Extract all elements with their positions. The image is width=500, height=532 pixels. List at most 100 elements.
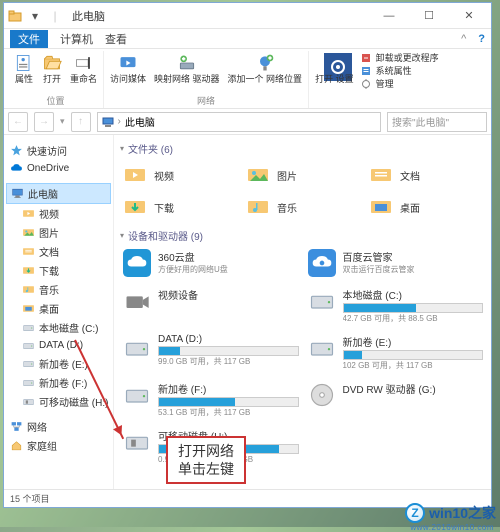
tree-drive-9[interactable]: 本地磁盘 (C:): [6, 318, 111, 337]
back-button[interactable]: ←: [8, 112, 28, 132]
close-button[interactable]: ✕: [449, 4, 489, 28]
camera-icon: [122, 287, 152, 315]
ribbon-mapdrive-button[interactable]: 映射网络 驱动器: [152, 51, 222, 84]
qa-dropdown[interactable]: ▾: [26, 7, 44, 25]
folders-heading[interactable]: 文件夹 (6): [120, 141, 485, 156]
breadcrumb[interactable]: › 此电脑: [97, 112, 381, 132]
tree-star-0[interactable]: 快速访问: [6, 141, 111, 160]
cloudapp1-icon: [122, 249, 152, 277]
window-title: 此电脑: [72, 8, 369, 24]
minimize-button[interactable]: —: [369, 4, 409, 28]
tree-cloud-1[interactable]: OneDrive: [6, 160, 111, 177]
tree-doc-5[interactable]: 文档: [6, 242, 111, 261]
cloud-icon: [10, 162, 23, 175]
tree-network-14[interactable]: 网络: [6, 417, 111, 436]
device-1[interactable]: 百度云管家双击运行百度云管家: [305, 247, 486, 279]
tree-music-7[interactable]: 音乐: [6, 280, 111, 299]
menu-view[interactable]: 查看: [105, 31, 127, 47]
settings-icon: [324, 53, 344, 73]
pc-icon: [11, 187, 24, 200]
sysprops-icon: [360, 65, 372, 77]
cloudapp2-icon: [307, 249, 337, 277]
ribbon-syslist-2[interactable]: 管理: [360, 77, 439, 90]
ribbon-properties-button[interactable]: 属性: [12, 51, 36, 84]
tree-drive-10[interactable]: DATA (D:): [6, 337, 111, 354]
storage-bar: [158, 397, 299, 407]
explorer-window: ▾ | 此电脑 — ☐ ✕ 文件 计算机 查看 ^ ? 属性打开重命名 位置 访…: [3, 2, 492, 508]
device-7[interactable]: DVD RW 驱动器 (G:): [305, 379, 486, 420]
folder-picture[interactable]: 图片: [243, 160, 362, 190]
device-2[interactable]: 视频设备: [120, 285, 301, 326]
storage-bar: [343, 303, 484, 313]
device-6[interactable]: 新加卷 (F:)53.1 GB 可用，共 117 GB: [120, 379, 301, 420]
help-button[interactable]: ?: [478, 33, 485, 45]
folder-doc[interactable]: 文档: [366, 160, 485, 190]
titlebar: ▾ | 此电脑 — ☐ ✕: [4, 3, 491, 29]
status-text: 15 个项目: [10, 492, 50, 505]
addnet-icon: [255, 53, 275, 73]
maximize-button[interactable]: ☐: [409, 4, 449, 28]
drive-icon: [122, 334, 152, 362]
drive-icon: [22, 339, 35, 352]
folder-download[interactable]: 下载: [120, 192, 239, 222]
tree-drive-11[interactable]: 新加卷 (E:): [6, 354, 111, 373]
device-0[interactable]: 360云盘方便好用的网络U盘: [120, 247, 301, 279]
tree-desktop-8[interactable]: 桌面: [6, 299, 111, 318]
breadcrumb-text: 此电脑: [125, 114, 155, 129]
video-icon: [22, 207, 35, 220]
star-icon: [10, 144, 23, 157]
desktop-icon: [22, 302, 35, 315]
tree-video-3[interactable]: 视频: [6, 204, 111, 223]
open-icon: [42, 53, 62, 73]
doc-icon: [22, 245, 35, 258]
devices-heading[interactable]: 设备和驱动器 (9): [120, 228, 485, 243]
qa-separator: |: [46, 7, 64, 25]
navbar: ← → ▾ ↑ › 此电脑 搜索"此电脑": [4, 109, 491, 135]
ribbon-group-network: 访问媒体映射网络 驱动器添加一个 网络位置 网络: [104, 51, 309, 108]
ribbon-open-button[interactable]: 打开: [40, 51, 64, 84]
usb-icon: [22, 395, 35, 408]
tree-home-15[interactable]: 家庭组: [6, 436, 111, 455]
tree-pc-2[interactable]: 此电脑: [6, 183, 111, 204]
menu-computer[interactable]: 计算机: [60, 31, 93, 47]
watermark: Z win10之家 www.2016win10.com: [405, 503, 496, 523]
storage-bar: [158, 346, 299, 356]
ribbon-syslist-1[interactable]: 系统属性: [360, 64, 439, 77]
device-3[interactable]: 本地磁盘 (C:)42.7 GB 可用，共 88.5 GB: [305, 285, 486, 326]
folder-video[interactable]: 视频: [120, 160, 239, 190]
pc-icon: [102, 116, 114, 128]
device-4[interactable]: DATA (D:)99.0 GB 可用，共 117 GB: [120, 332, 301, 373]
properties-icon: [14, 53, 34, 73]
history-dropdown[interactable]: ▾: [60, 116, 65, 127]
ribbon-toggle[interactable]: ^: [461, 33, 466, 45]
search-input[interactable]: 搜索"此电脑": [387, 112, 487, 132]
menu-file[interactable]: 文件: [10, 30, 48, 48]
folder-desktop[interactable]: 桌面: [366, 192, 485, 222]
dvd-icon: [307, 381, 337, 409]
forward-button[interactable]: →: [34, 112, 54, 132]
download-icon: [22, 264, 35, 277]
up-button[interactable]: ↑: [71, 112, 91, 132]
storage-bar: [343, 350, 484, 360]
home-icon: [10, 439, 23, 452]
ribbon-syslist-0[interactable]: 卸载或更改程序: [360, 51, 439, 64]
ribbon-rename-button[interactable]: 重命名: [68, 51, 99, 84]
desktop-icon: [368, 195, 394, 219]
devices-grid: 360云盘方便好用的网络U盘百度云管家双击运行百度云管家视频设备本地磁盘 (C:…: [120, 247, 485, 467]
folders-grid: 视频图片文档下载音乐桌面: [120, 160, 485, 222]
tree-picture-4[interactable]: 图片: [6, 223, 111, 242]
picture-icon: [22, 226, 35, 239]
device-5[interactable]: 新加卷 (E:)102 GB 可用，共 117 GB: [305, 332, 486, 373]
tree-usb-13[interactable]: 可移动磁盘 (H:): [6, 392, 111, 411]
ribbon: 属性打开重命名 位置 访问媒体映射网络 驱动器添加一个 网络位置 网络 打开 设…: [4, 49, 491, 109]
content: 快速访问OneDrive此电脑视频图片文档下载音乐桌面本地磁盘 (C:)DATA…: [4, 135, 491, 489]
tree-download-6[interactable]: 下载: [6, 261, 111, 280]
annotation-callout: 打开网络 单击左键: [166, 436, 246, 484]
ribbon-media-button[interactable]: 访问媒体: [108, 51, 148, 84]
ribbon-open-settings[interactable]: 打开 设置: [313, 51, 356, 84]
network-icon: [10, 420, 23, 433]
watermark-logo: Z: [405, 503, 425, 523]
media-icon: [118, 53, 138, 73]
folder-music[interactable]: 音乐: [243, 192, 362, 222]
ribbon-addnet-button[interactable]: 添加一个 网络位置: [226, 51, 305, 84]
